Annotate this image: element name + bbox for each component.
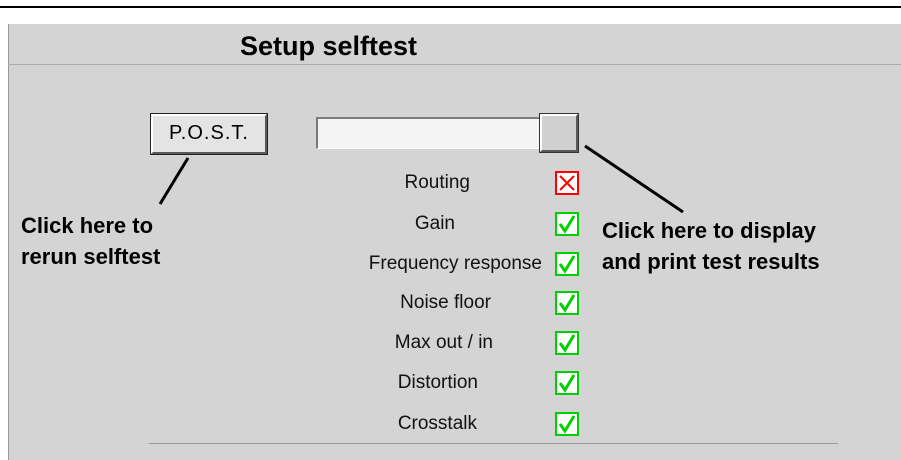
bottom-divider bbox=[149, 443, 838, 444]
rerun-leader-line bbox=[158, 157, 190, 205]
results-leader-line bbox=[584, 144, 684, 214]
annotation-leader-lines bbox=[158, 144, 684, 214]
